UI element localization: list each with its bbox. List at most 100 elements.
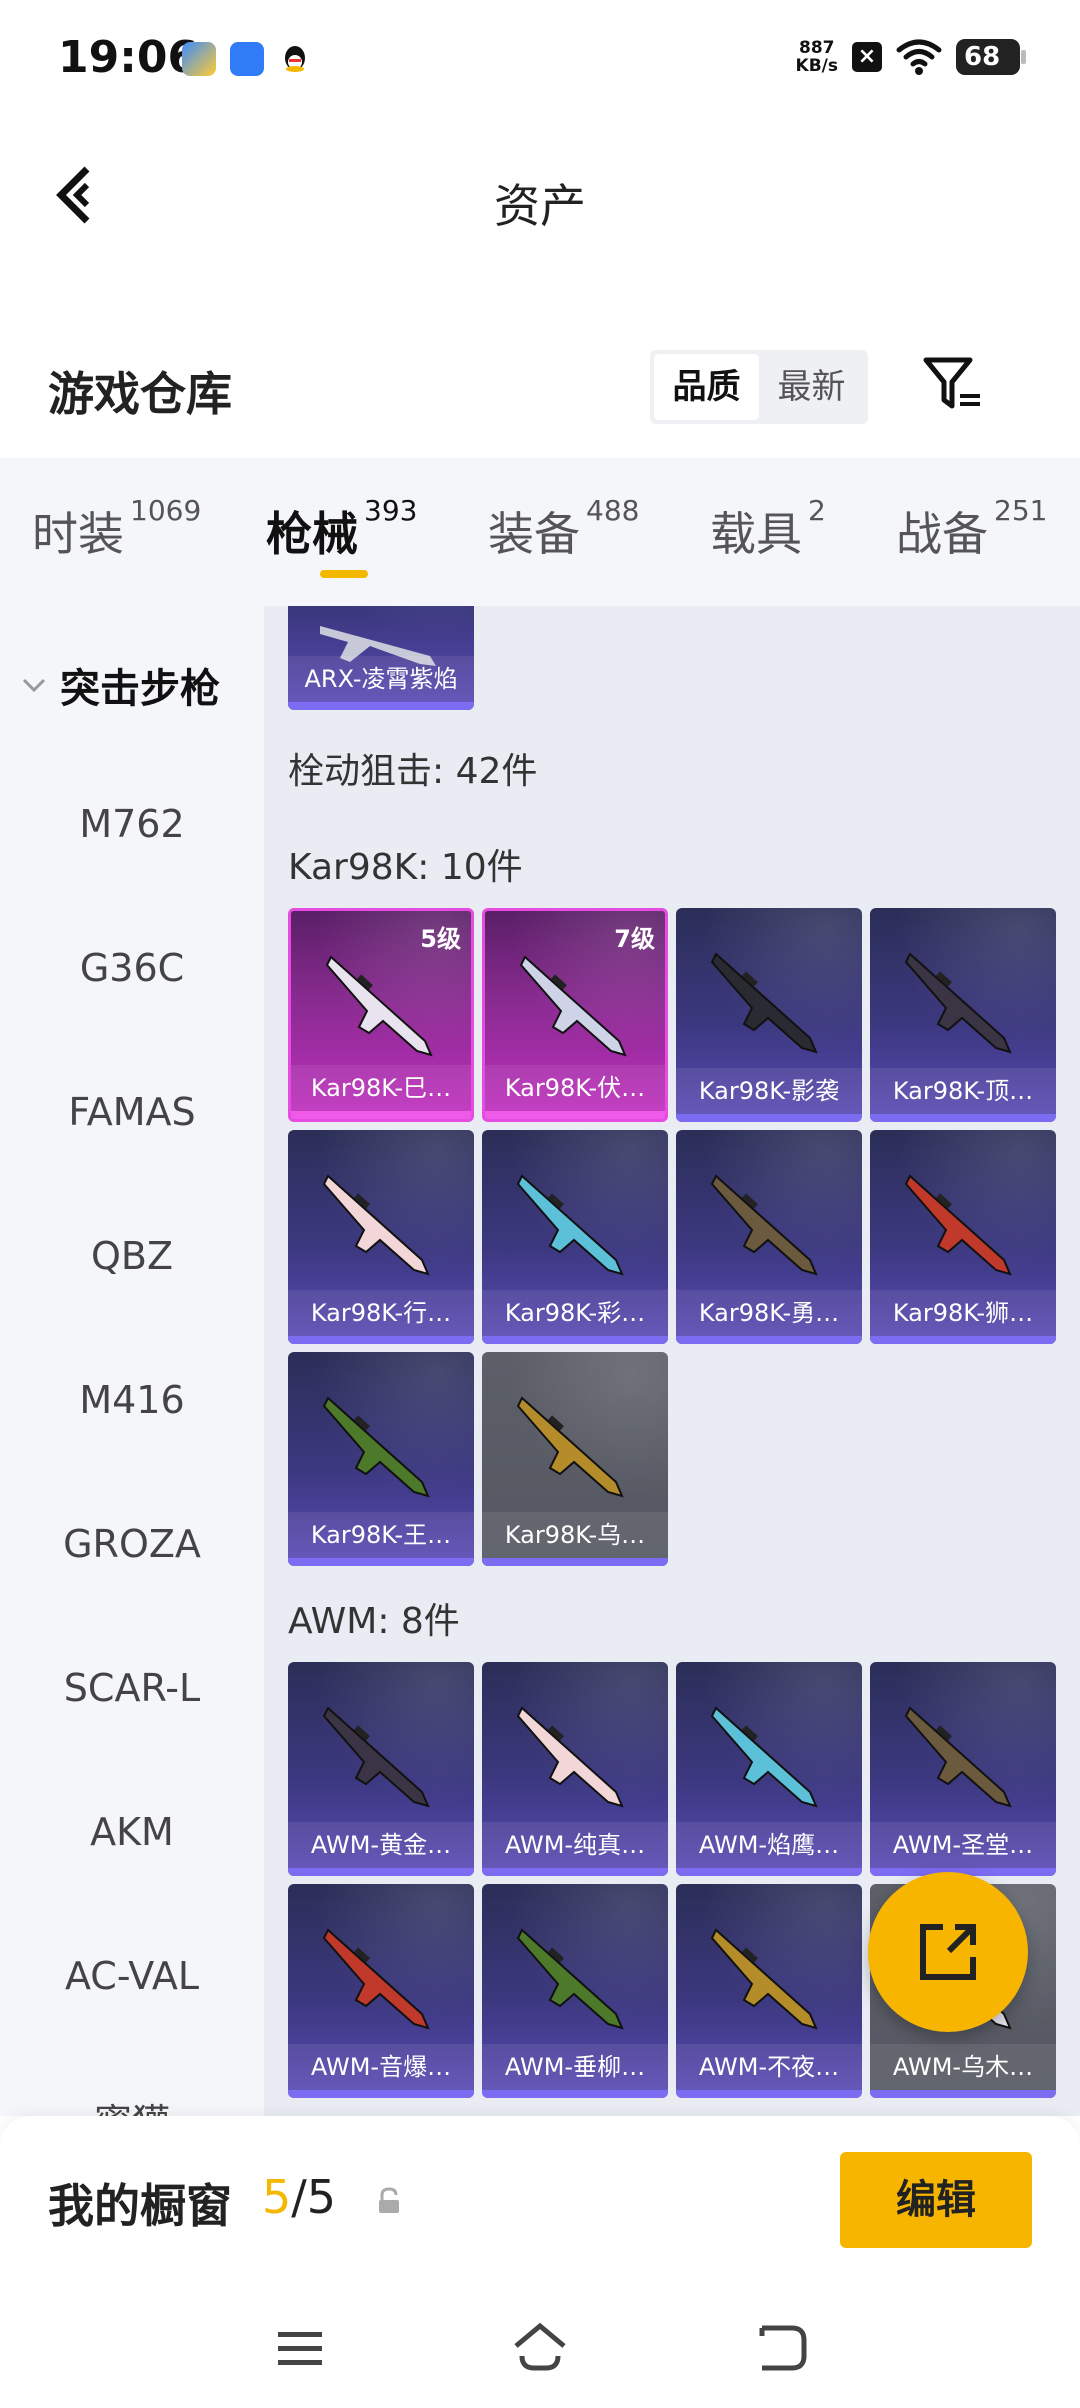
weapon-card[interactable]: Kar98K-乌… xyxy=(482,1352,668,1566)
sort-by-quality[interactable]: 品质 xyxy=(654,354,759,420)
rarity-bar xyxy=(482,1336,668,1344)
weapon-card-name: AWM-乌木… xyxy=(870,2044,1056,2090)
sidebar-item-g36c[interactable]: G36C xyxy=(0,946,264,990)
home-icon[interactable] xyxy=(508,2316,572,2380)
weapon-card-name: AWM-垂柳… xyxy=(482,2044,668,2090)
rifle-icon xyxy=(904,1174,1012,1276)
status-time: 19:06 xyxy=(58,32,199,83)
weapon-card-name: Kar98K-王… xyxy=(288,1512,474,1558)
rifle-icon xyxy=(710,1174,818,1276)
rifle-icon xyxy=(322,1928,430,2030)
share-out-icon xyxy=(920,1924,976,1980)
weapon-card[interactable]: AWM-圣堂… xyxy=(870,1662,1056,1876)
weapon-card-name: Kar98K-行… xyxy=(288,1290,474,1336)
tab-label: 载具 xyxy=(710,507,802,561)
showcase-label: 我的橱窗 xyxy=(48,2179,232,2233)
rarity-bar xyxy=(288,2090,474,2098)
rifle-icon xyxy=(710,952,818,1054)
group-label-kar98k: Kar98K: 10件 xyxy=(288,847,523,888)
status-bar: 19:06 887 KB/s × 68 xyxy=(0,0,1080,120)
tab-label: 枪械 xyxy=(266,507,358,561)
filter-icon xyxy=(923,357,980,409)
sidebar-item-m416[interactable]: M416 xyxy=(0,1378,264,1422)
rarity-bar xyxy=(288,1868,474,1876)
wifi-icon xyxy=(896,39,942,75)
weapon-card[interactable]: AWM-纯真… xyxy=(482,1662,668,1876)
category-label: 栓动狙击: 42件 xyxy=(288,751,538,792)
showcase-separator: / xyxy=(291,2170,307,2224)
weapon-sidebar: 突击步枪 M762 G36C FAMAS QBZ M416 GROZA SCAR… xyxy=(0,606,264,2116)
rarity-bar xyxy=(676,2090,862,2098)
rarity-bar xyxy=(676,1868,862,1876)
weapon-card-name: Kar98K-彩… xyxy=(482,1290,668,1336)
weapon-card[interactable]: 7级 Kar98K-伏… xyxy=(482,908,668,1122)
edit-button[interactable]: 编辑 xyxy=(840,2152,1032,2248)
weapon-card[interactable]: AWM-黄金… xyxy=(288,1662,474,1876)
active-tab-indicator xyxy=(320,570,368,578)
tab-fashion[interactable]: 时装 1069 xyxy=(32,494,201,564)
rifle-icon xyxy=(322,1174,430,1276)
weapon-card[interactable]: Kar98K-彩… xyxy=(482,1130,668,1344)
rarity-bar xyxy=(291,1111,471,1119)
sidebar-item-qbz[interactable]: QBZ xyxy=(0,1234,264,1278)
network-speed: 887 KB/s xyxy=(796,39,838,75)
sidebar-item-m762[interactable]: M762 xyxy=(0,802,264,846)
menu-icon[interactable] xyxy=(268,2316,332,2380)
weapon-card-name: AWM-黄金… xyxy=(288,1822,474,1868)
weapon-level-badge: 7级 xyxy=(614,925,655,953)
weapon-card[interactable]: Kar98K-顶… xyxy=(870,908,1056,1122)
weapon-card[interactable]: AWM-垂柳… xyxy=(482,1884,668,2098)
weapon-card[interactable]: Kar98K-影袭 xyxy=(676,908,862,1122)
sidebar-item-groza[interactable]: GROZA xyxy=(0,1522,264,1566)
status-right: 887 KB/s × 68 xyxy=(796,38,1026,76)
lock-icon xyxy=(379,2187,399,2213)
sidebar-item-honey-badger[interactable]: 蜜獾 xyxy=(0,2092,264,2116)
weapon-card-name: AWM-不夜… xyxy=(676,2044,862,2090)
battery-indicator: 68 xyxy=(956,39,1026,75)
tab-weapons[interactable]: 枪械 393 xyxy=(266,494,417,564)
weapon-card-name: Kar98K-巳… xyxy=(291,1065,471,1111)
no-sim-icon: × xyxy=(852,42,882,72)
showcase-count: 5/5 xyxy=(262,2170,336,2224)
sidebar-item-famas[interactable]: FAMAS xyxy=(0,1090,264,1134)
rarity-bar xyxy=(482,2090,668,2098)
back-nav-icon[interactable] xyxy=(748,2316,812,2380)
filter-button[interactable] xyxy=(920,352,984,416)
system-nav-bar xyxy=(0,2286,1080,2408)
rifle-icon xyxy=(322,1396,430,1498)
weapon-card-name: Kar98K-伏… xyxy=(485,1065,665,1111)
sort-toggle: 品质 最新 xyxy=(650,350,868,424)
weapon-card[interactable]: Kar98K-行… xyxy=(288,1130,474,1344)
rarity-bar xyxy=(870,2090,1056,2098)
tab-equipment[interactable]: 装备 488 xyxy=(488,494,639,564)
weapon-card[interactable]: Kar98K-勇… xyxy=(676,1130,862,1344)
tab-label: 装备 xyxy=(488,507,580,561)
tab-combat-gear[interactable]: 战备 251 xyxy=(896,494,1047,564)
app-notification-icon xyxy=(230,42,264,76)
rarity-bar xyxy=(482,1868,668,1876)
sidebar-item-scar-l[interactable]: SCAR-L xyxy=(0,1666,264,1710)
sidebar-item-ac-val[interactable]: AC-VAL xyxy=(0,1954,264,1998)
weapon-card[interactable]: AWM-不夜… xyxy=(676,1884,862,2098)
weapon-card[interactable]: AWM-焰鹰… xyxy=(676,1662,862,1876)
weapon-card-name: AWM-音爆… xyxy=(288,2044,474,2090)
tab-count: 488 xyxy=(586,494,640,527)
sidebar-item-akm[interactable]: AKM xyxy=(0,1810,264,1854)
weapon-card[interactable]: AWM-音爆… xyxy=(288,1884,474,2098)
weapon-card[interactable]: Kar98K-狮… xyxy=(870,1130,1056,1344)
showcase-current: 5 xyxy=(262,2170,292,2224)
weapon-card[interactable]: Kar98K-王… xyxy=(288,1352,474,1566)
rarity-bar xyxy=(288,1336,474,1344)
page-header: 资产 xyxy=(0,130,1080,260)
rarity-bar xyxy=(288,1558,474,1566)
sidebar-group-assault-rifles[interactable]: 突击步枪 xyxy=(20,656,220,714)
tab-count: 2 xyxy=(808,494,826,527)
tab-vehicles[interactable]: 载具 2 xyxy=(710,494,826,564)
weapon-card-name: Kar98K-勇… xyxy=(676,1290,862,1336)
weapon-card[interactable]: 5级 Kar98K-巳… xyxy=(288,908,474,1122)
network-speed-value: 887 xyxy=(799,38,835,58)
share-fab-button[interactable] xyxy=(868,1872,1028,2032)
rifle-icon xyxy=(710,1928,818,2030)
sort-by-newest[interactable]: 最新 xyxy=(759,354,864,420)
weapon-card[interactable]: ARX-凌霄紫焰 xyxy=(288,606,474,710)
